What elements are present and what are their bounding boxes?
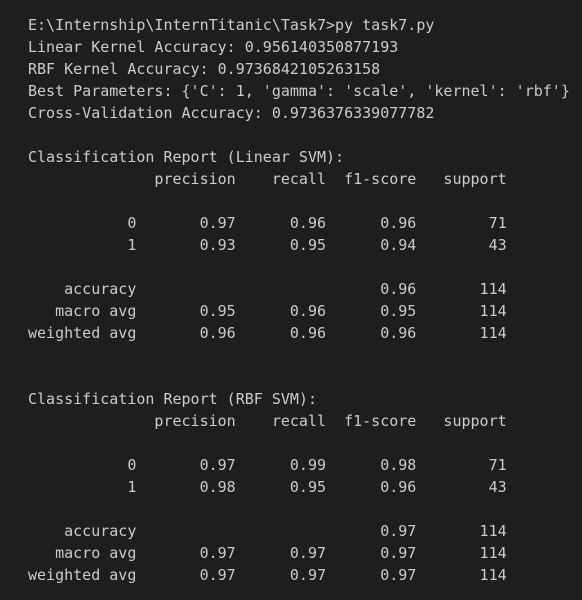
linear-report-row: accuracy 0.96 114 xyxy=(28,280,507,298)
linear-report-title: Classification Report (Linear SVM): xyxy=(28,148,345,166)
rbf-report-row: 0 0.97 0.99 0.98 71 xyxy=(28,456,507,474)
rbf-report-row: 1 0.98 0.95 0.96 43 xyxy=(28,478,507,496)
terminal-output[interactable]: E:\Internship\InternTitanic\Task7>py tas… xyxy=(0,0,582,600)
rbf-report-title: Classification Report (RBF SVM): xyxy=(28,390,317,408)
rbf-report-header: precision recall f1-score support xyxy=(28,412,507,430)
rbf-report-row: weighted avg 0.97 0.97 0.97 114 xyxy=(28,566,507,584)
rbf-report-row: accuracy 0.97 114 xyxy=(28,522,507,540)
linear-report-header: precision recall f1-score support xyxy=(28,170,507,188)
linear-report-row: weighted avg 0.96 0.96 0.96 114 xyxy=(28,324,507,342)
linear-report-row: macro avg 0.95 0.96 0.95 114 xyxy=(28,302,507,320)
linear-report-row: 1 0.93 0.95 0.94 43 xyxy=(28,236,507,254)
linear-accuracy-line: Linear Kernel Accuracy: 0.95614035087719… xyxy=(28,38,399,56)
linear-report-row: 0 0.97 0.96 0.96 71 xyxy=(28,214,507,232)
rbf-report-row: macro avg 0.97 0.97 0.97 114 xyxy=(28,544,507,562)
rbf-accuracy-line: RBF Kernel Accuracy: 0.9736842105263158 xyxy=(28,60,381,78)
best-params-line: Best Parameters: {'C': 1, 'gamma': 'scal… xyxy=(28,82,570,100)
command-line: E:\Internship\InternTitanic\Task7>py tas… xyxy=(28,16,435,34)
cv-accuracy-line: Cross-Validation Accuracy: 0.97363763390… xyxy=(28,104,435,122)
